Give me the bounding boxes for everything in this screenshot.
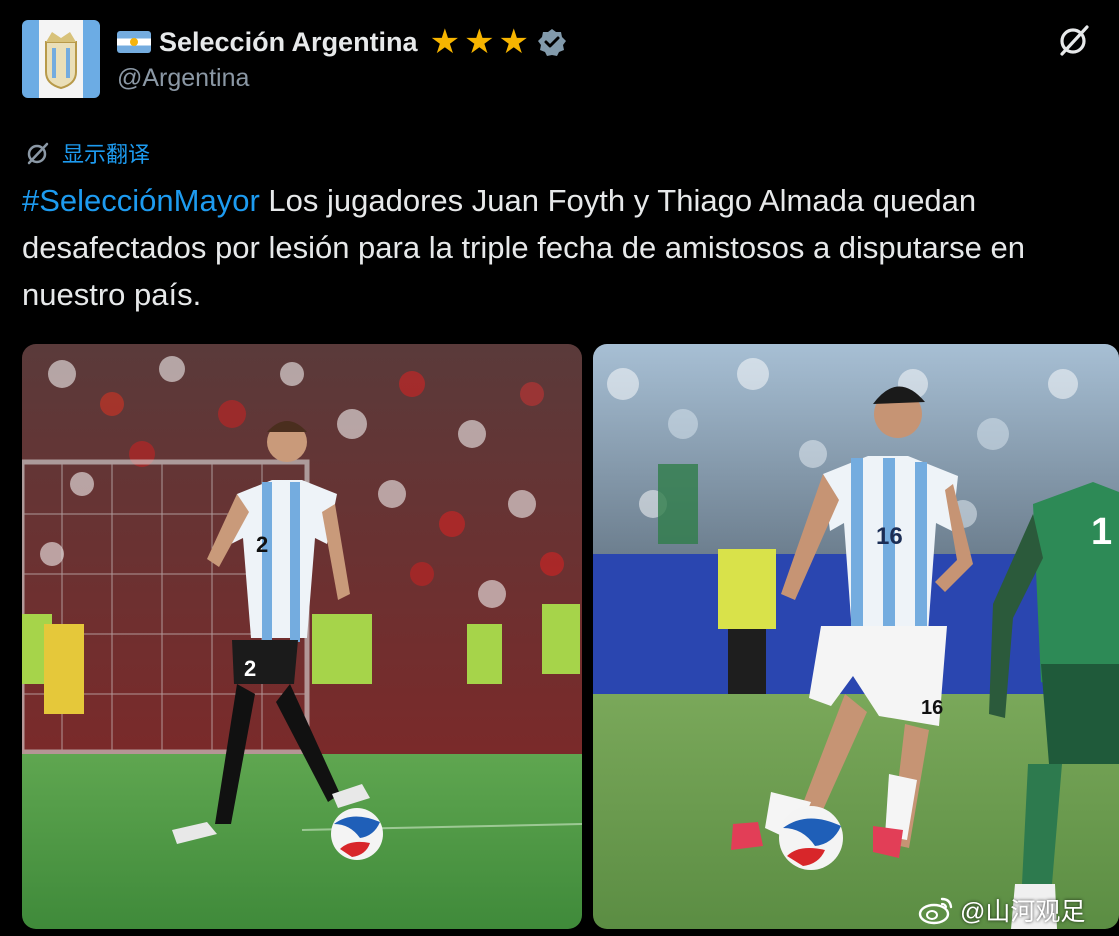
- handle[interactable]: @Argentina: [117, 64, 249, 93]
- stars: ★ ★ ★: [430, 25, 529, 59]
- verified-badge-icon[interactable]: [537, 27, 567, 57]
- avatar[interactable]: [22, 20, 100, 98]
- weibo-logo-icon: [918, 897, 953, 925]
- argentina-flag-icon: [117, 31, 151, 53]
- show-translation-link[interactable]: 显示翻译: [24, 137, 150, 169]
- display-name[interactable]: Selección Argentina: [159, 27, 418, 58]
- football: [779, 806, 843, 870]
- grok-icon[interactable]: [1054, 20, 1094, 60]
- tweet-text: #SelecciónMayor Los jugadores Juan Foyth…: [22, 177, 1112, 318]
- football: [331, 808, 383, 860]
- opponent-shirt-number: 1: [1091, 511, 1112, 553]
- star-icon: ★: [464, 23, 495, 61]
- shorts-number: 16: [921, 697, 943, 719]
- shirt-number: 16: [876, 523, 903, 550]
- tweet-photo-1[interactable]: 2 2: [22, 344, 582, 929]
- show-translation-label[interactable]: 显示翻译: [62, 137, 150, 169]
- grok-translate-icon: [27, 142, 49, 165]
- shirt-number: 2: [256, 532, 268, 557]
- weibo-watermark: @山河观足: [918, 892, 1085, 928]
- hashtag-link[interactable]: #SelecciónMayor: [22, 183, 260, 218]
- tweet-photo-2[interactable]: 16 16 1: [593, 344, 1119, 929]
- author-name-row: Selección Argentina ★ ★ ★: [117, 22, 567, 62]
- afa-crest-icon: [45, 32, 77, 90]
- star-icon: ★: [498, 23, 530, 61]
- star-icon: ★: [429, 23, 461, 61]
- watermark-text: @山河观足: [960, 898, 1086, 926]
- shorts-number: 2: [244, 656, 256, 681]
